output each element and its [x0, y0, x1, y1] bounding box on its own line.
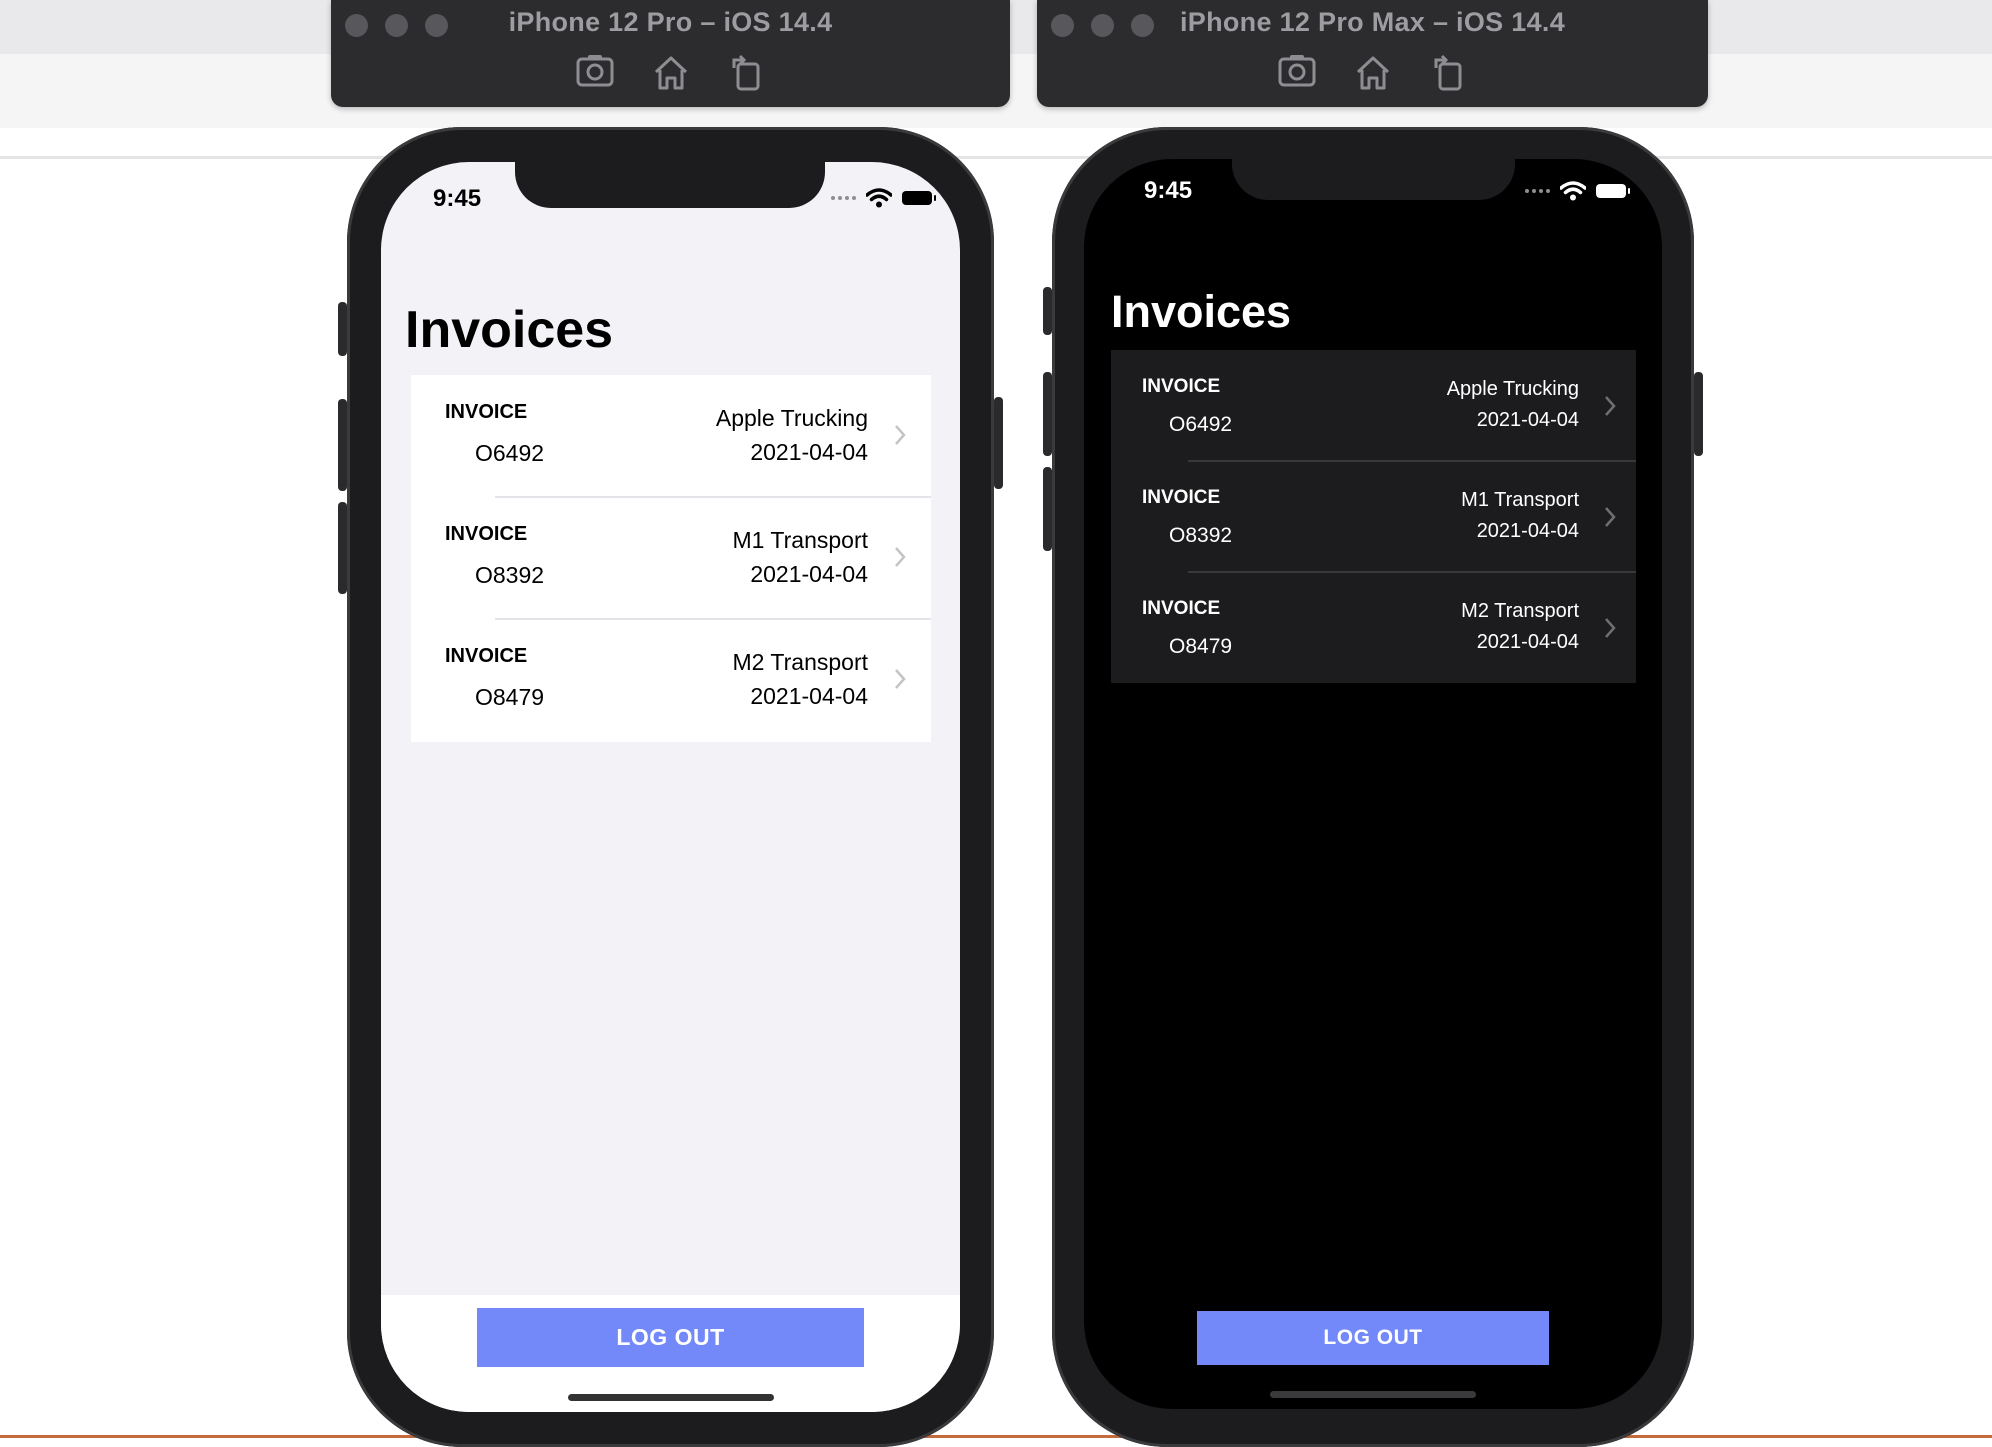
simulator-title: iPhone 12 Pro Max – iOS 14.4 — [1179, 7, 1566, 37]
invoice-number: O8479 — [1169, 635, 1233, 658]
phone-screen: 9:45 Invoices INVOICE O6492 Apple Trucki… — [381, 162, 960, 1412]
invoice-label: INVOICE — [445, 401, 528, 423]
chevron-right-icon — [1605, 507, 1616, 527]
status-time: 9:45 — [433, 185, 482, 212]
invoice-date: 2021-04-04 — [1476, 520, 1579, 542]
invoice-company: Apple Trucking — [1446, 378, 1579, 400]
invoice-row[interactable]: INVOICE O6492 Apple Trucking 2021-04-04 — [1111, 350, 1636, 461]
page-title: Invoices — [1111, 286, 1292, 337]
wifi-icon — [866, 188, 892, 208]
status-icons — [1525, 181, 1630, 201]
volume-down-button — [1043, 467, 1052, 551]
power-button — [994, 397, 1003, 489]
chevron-right-icon — [895, 669, 906, 689]
invoice-number: O8479 — [475, 684, 545, 710]
invoice-date: 2021-04-04 — [750, 683, 868, 709]
simulator-window-bar-pro: iPhone 12 Pro – iOS 14.4 — [331, 0, 1010, 107]
desktop-divider — [0, 156, 1992, 159]
simulator-window-bar-pro-max: iPhone 12 Pro Max – iOS 14.4 — [1037, 0, 1708, 107]
rotate-icon[interactable] — [726, 52, 768, 92]
chevron-right-icon — [1605, 618, 1616, 638]
logout-button[interactable]: LOG OUT — [477, 1308, 864, 1367]
rotate-icon[interactable] — [1428, 52, 1470, 92]
invoice-company: M2 Transport — [1461, 600, 1579, 622]
invoice-company: Apple Trucking — [715, 405, 868, 431]
invoice-row[interactable]: INVOICE O8479 M2 Transport 2021-04-04 — [1111, 572, 1636, 683]
phone-screen: 9:45 Invoices INVOICE O6492 Apple Trucki… — [1084, 159, 1662, 1409]
status-time: 9:45 — [1144, 177, 1193, 204]
notch — [1232, 159, 1515, 200]
invoice-date: 2021-04-04 — [750, 439, 868, 465]
simulator-title: iPhone 12 Pro – iOS 14.4 — [508, 7, 833, 37]
invoice-row[interactable]: INVOICE O8392 M1 Transport 2021-04-04 — [411, 497, 931, 619]
chevron-right-icon — [1605, 396, 1616, 416]
invoice-company: M1 Transport — [732, 527, 869, 553]
iphone-12-pro-device: 9:45 Invoices INVOICE O6492 Apple Trucki… — [338, 127, 1003, 1447]
chevron-right-icon — [895, 547, 906, 567]
invoice-row[interactable]: INVOICE O8392 M1 Transport 2021-04-04 — [1111, 461, 1636, 572]
invoice-label: INVOICE — [445, 523, 528, 545]
home-icon[interactable] — [1352, 52, 1394, 92]
invoice-date: 2021-04-04 — [750, 561, 868, 587]
invoice-row[interactable]: INVOICE O6492 Apple Trucking 2021-04-04 — [411, 375, 931, 497]
screenshot-icon[interactable] — [574, 52, 616, 92]
home-icon[interactable] — [650, 52, 692, 92]
battery-icon — [902, 191, 936, 205]
invoice-date: 2021-04-04 — [1476, 631, 1579, 653]
silent-switch — [1043, 287, 1052, 335]
power-button — [1694, 372, 1703, 456]
notch — [515, 162, 825, 208]
page-title: Invoices — [405, 301, 614, 359]
status-icons — [831, 188, 936, 208]
volume-up-button — [338, 399, 347, 491]
invoice-date: 2021-04-04 — [1476, 409, 1579, 431]
invoice-company: M1 Transport — [1461, 489, 1579, 511]
wifi-icon — [1560, 181, 1586, 201]
invoice-company: M2 Transport — [732, 649, 869, 675]
invoice-label: INVOICE — [445, 645, 528, 667]
invoice-list: INVOICE O6492 Apple Trucking 2021-04-04 … — [411, 375, 931, 742]
iphone-12-pro-max-device: 9:45 Invoices INVOICE O6492 Apple Trucki… — [1043, 127, 1703, 1447]
invoice-number: O8392 — [1169, 524, 1233, 547]
invoice-row[interactable]: INVOICE O8479 M2 Transport 2021-04-04 — [411, 619, 931, 741]
invoice-number: O6492 — [475, 440, 545, 466]
invoice-label: INVOICE — [1142, 376, 1221, 397]
home-indicator — [568, 1394, 774, 1401]
home-indicator — [1270, 1391, 1476, 1398]
screenshot-icon[interactable] — [1276, 52, 1318, 92]
volume-down-button — [338, 502, 347, 594]
invoice-list: INVOICE O6492 Apple Trucking 2021-04-04 … — [1111, 350, 1636, 683]
volume-up-button — [1043, 372, 1052, 456]
invoice-number: O8392 — [475, 562, 545, 588]
silent-switch — [338, 302, 347, 356]
battery-icon — [1596, 184, 1630, 198]
signal-icon — [831, 196, 856, 200]
signal-icon — [1525, 189, 1550, 193]
invoice-number: O6492 — [1169, 413, 1233, 436]
logout-button[interactable]: LOG OUT — [1197, 1311, 1549, 1365]
chevron-right-icon — [895, 425, 906, 445]
invoice-label: INVOICE — [1142, 598, 1221, 619]
invoice-label: INVOICE — [1142, 487, 1221, 508]
